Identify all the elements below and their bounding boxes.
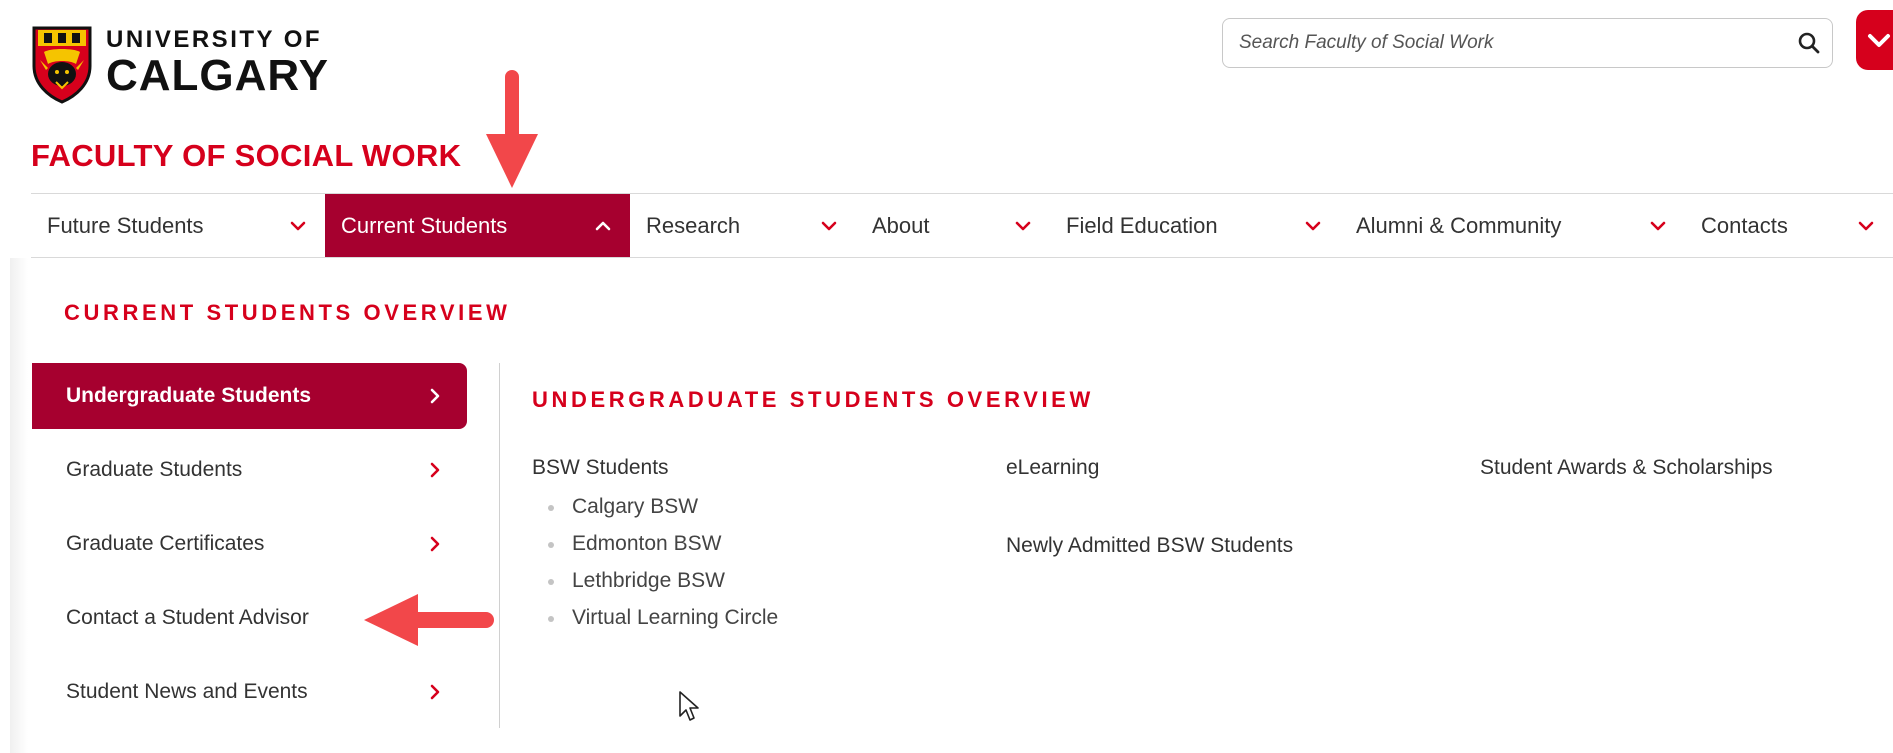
- mouse-pointer-icon: [679, 691, 699, 721]
- nav-item-future-students[interactable]: Future Students: [31, 194, 325, 257]
- link-elearning[interactable]: eLearning: [1006, 456, 1293, 480]
- link-newly-admitted-bsw[interactable]: Newly Admitted BSW Students: [1006, 534, 1293, 558]
- chevron-down-icon: [1015, 221, 1031, 230]
- bsw-sublist: Calgary BSW Edmonton BSW Lethbridge BSW …: [532, 492, 778, 640]
- nav-item-alumni-community[interactable]: Alumni & Community: [1340, 194, 1685, 257]
- undergraduate-overview-link[interactable]: UNDERGRADUATE STUDENTS OVERVIEW: [532, 387, 1094, 413]
- nav-item-label: Alumni & Community: [1356, 212, 1562, 238]
- link-student-awards-scholarships[interactable]: Student Awards & Scholarships: [1480, 456, 1773, 480]
- submenu-item-label: Undergraduate Students: [66, 384, 312, 407]
- menu-column-bsw: BSW Students Calgary BSW Edmonton BSW Le…: [532, 456, 778, 640]
- mega-menu-shadow: [10, 258, 28, 753]
- nav-item-current-students[interactable]: Current Students: [325, 194, 630, 257]
- search-button[interactable]: [1786, 20, 1832, 66]
- submenu-divider: [499, 363, 500, 728]
- chevron-right-icon: [430, 462, 440, 478]
- university-logo[interactable]: UNIVERSITY OF CALGARY: [30, 22, 329, 104]
- menu-column-awards: Student Awards & Scholarships: [1480, 456, 1773, 480]
- submenu-item-label: Contact a Student Advisor: [66, 606, 309, 629]
- chevron-down-icon: [1305, 221, 1321, 230]
- submenu-item-undergraduate-students[interactable]: Undergraduate Students: [32, 363, 467, 429]
- submenu-item-graduate-certificates[interactable]: Graduate Certificates: [32, 511, 467, 577]
- search-input[interactable]: [1223, 32, 1786, 54]
- annotation-arrow-down-icon: [486, 70, 538, 188]
- main-nav: Future Students Current Students Researc…: [31, 193, 1893, 258]
- link-virtual-learning-circle[interactable]: Virtual Learning Circle: [532, 603, 778, 640]
- chevron-down-icon: [1858, 221, 1874, 230]
- chevron-down-icon: [1868, 34, 1890, 47]
- annotation-arrow-left-icon: [364, 594, 494, 646]
- search-icon: [1798, 32, 1820, 54]
- link-lethbridge-bsw[interactable]: Lethbridge BSW: [532, 566, 778, 603]
- nav-item-about[interactable]: About: [856, 194, 1050, 257]
- submenu-item-student-news-events[interactable]: Student News and Events: [32, 659, 467, 725]
- submenu-item-label: Graduate Certificates: [66, 532, 265, 555]
- submenu-item-graduate-students[interactable]: Graduate Students: [32, 437, 467, 503]
- chevron-right-icon: [430, 388, 440, 404]
- submenu-item-label: Student News and Events: [66, 680, 308, 703]
- link-bsw-students[interactable]: BSW Students: [532, 456, 778, 480]
- current-students-overview-link[interactable]: CURRENT STUDENTS OVERVIEW: [64, 300, 511, 326]
- chevron-up-icon: [595, 221, 611, 230]
- chevron-down-icon: [821, 221, 837, 230]
- menu-column-elearning: eLearning Newly Admitted BSW Students: [1006, 456, 1293, 558]
- university-crest-icon: [32, 26, 92, 104]
- submenu-list: Undergraduate Students Graduate Students…: [32, 363, 467, 733]
- link-calgary-bsw[interactable]: Calgary BSW: [532, 492, 778, 529]
- menu-toggle-button[interactable]: [1856, 10, 1893, 70]
- logo-line-calgary: CALGARY: [106, 51, 329, 100]
- link-edmonton-bsw[interactable]: Edmonton BSW: [532, 529, 778, 566]
- nav-item-label: Research: [646, 212, 741, 238]
- chevron-right-icon: [430, 536, 440, 552]
- faculty-title[interactable]: FACULTY OF SOCIAL WORK: [31, 138, 461, 174]
- nav-item-label: Field Education: [1066, 212, 1218, 238]
- nav-item-label: Contacts: [1701, 212, 1788, 238]
- nav-item-contacts[interactable]: Contacts: [1685, 194, 1893, 257]
- nav-item-label: Current Students: [341, 212, 508, 238]
- nav-item-label: Future Students: [47, 212, 204, 238]
- nav-item-research[interactable]: Research: [630, 194, 856, 257]
- chevron-down-icon: [1650, 221, 1666, 230]
- nav-item-label: About: [872, 212, 930, 238]
- logo-line-university-of: UNIVERSITY OF: [106, 26, 323, 53]
- nav-item-field-education[interactable]: Field Education: [1050, 194, 1340, 257]
- search-box: [1222, 18, 1833, 68]
- submenu-item-label: Graduate Students: [66, 458, 243, 481]
- chevron-down-icon: [290, 221, 306, 230]
- chevron-right-icon: [430, 684, 440, 700]
